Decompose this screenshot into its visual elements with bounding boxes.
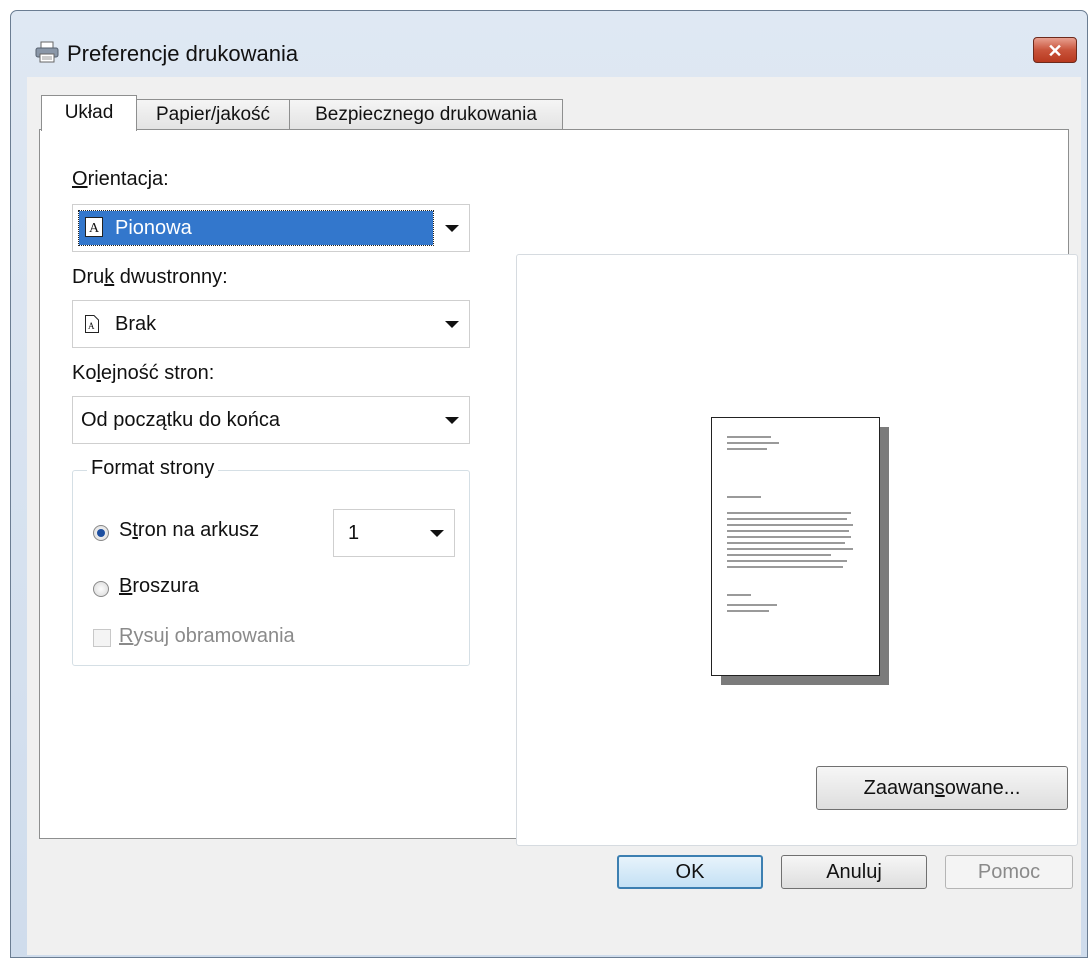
page-order-label: Kolejność stron: [72,362,215,384]
booklet-radio[interactable] [93,581,109,597]
pages-per-sheet-label[interactable]: Stron na arkusz [119,519,259,542]
pages-per-sheet-select[interactable]: 1 [333,509,455,557]
chevron-down-icon [430,530,444,537]
pages-per-sheet-value: 1 [348,522,360,544]
draw-borders-checkbox[interactable] [93,629,111,647]
chevron-down-icon [445,321,459,328]
ok-button[interactable]: OK [617,855,763,889]
print-preferences-dialog: Preferencje drukowania ✕ Układ Papier/ja… [10,10,1088,958]
help-button[interactable]: Pomoc [945,855,1073,889]
pages-per-sheet-radio[interactable] [93,525,109,541]
dialog-client-area: Układ Papier/jakość Bezpiecznego drukowa… [27,77,1081,955]
chevron-down-icon [445,225,459,232]
tab-paper-quality[interactable]: Papier/jakość [136,99,290,129]
svg-text:A: A [88,321,95,331]
close-button[interactable]: ✕ [1033,37,1077,63]
portrait-page-icon: A [85,217,103,237]
page-preview-box [516,254,1078,846]
printer-icon [35,41,59,63]
orientation-select[interactable]: A Pionowa [72,204,470,252]
tab-secure-print[interactable]: Bezpiecznego drukowania [289,99,563,129]
tab-layout[interactable]: Układ [41,95,137,131]
page-order-select[interactable]: Od początku do końca [72,396,470,444]
duplex-value: Brak [115,313,157,335]
duplex-select[interactable]: A Brak [72,300,470,348]
orientation-value: Pionowa [115,217,192,239]
page-format-title: Format strony [87,457,219,480]
layout-tab-panel: Orientacja: A Pionowa Druk dwustronny: A… [39,129,1078,846]
page-preview-icon [711,417,880,676]
close-icon: ✕ [1047,41,1063,61]
draw-borders-label[interactable]: Rysuj obramowania [119,625,295,648]
svg-text:A: A [89,221,100,236]
duplex-label: Druk dwustronny: [72,266,228,288]
page-order-value: Od początku do końca [81,409,281,431]
title-bar[interactable]: Preferencje drukowania ✕ [11,11,1087,81]
booklet-label[interactable]: Broszura [119,575,199,598]
chevron-down-icon [445,417,459,424]
advanced-button[interactable]: Zaawansowane... [816,766,1068,810]
page-format-group: Format strony Stron na arkusz 1 Broszura… [72,457,470,666]
window-title: Preferencje drukowania [67,41,299,66]
cancel-button[interactable]: Anuluj [781,855,927,889]
single-sided-icon: A [85,315,99,333]
orientation-label: Orientacja: [72,168,169,190]
